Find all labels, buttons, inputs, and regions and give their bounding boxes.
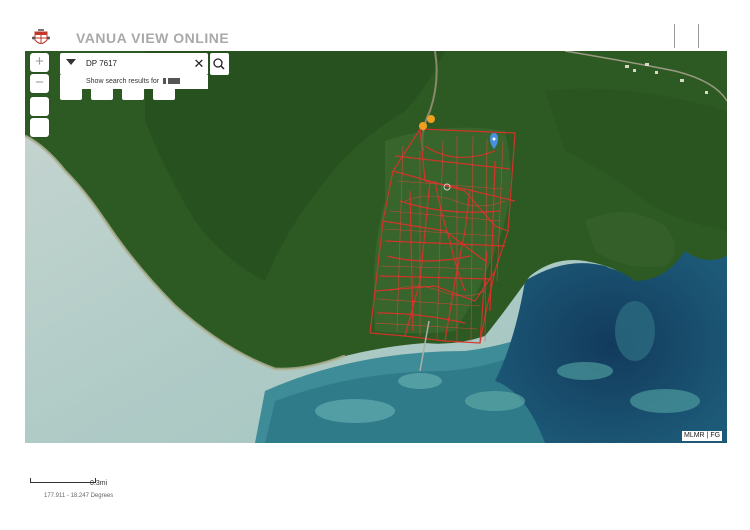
search-tab-1[interactable] — [60, 89, 82, 100]
header-bar: VANUA VIEW ONLINE — [0, 0, 750, 50]
scale-bar — [30, 478, 96, 483]
close-icon[interactable]: ✕ — [193, 55, 205, 73]
fiji-coat-of-arms-icon — [32, 29, 50, 44]
header-button-2[interactable] — [698, 24, 723, 48]
coordinates-readout: 177.911 - 18.247 Degrees — [44, 493, 114, 499]
search-suggestion[interactable]: Show search results for — [60, 75, 208, 89]
app-title: VANUA VIEW ONLINE — [76, 30, 230, 46]
map-attribution: MLMR | FG — [682, 431, 723, 441]
satellite-map[interactable] — [25, 51, 727, 443]
scale-label: 0.3mi — [90, 480, 108, 487]
search-button[interactable] — [210, 53, 229, 75]
suggestion-text: Show search results for — [86, 78, 160, 85]
search-icon — [213, 58, 225, 70]
search-input[interactable] — [86, 55, 186, 72]
masked-text — [163, 78, 167, 85]
search-tab-2[interactable] — [91, 89, 113, 100]
search-bar[interactable] — [60, 53, 208, 75]
search-tab-3[interactable] — [122, 89, 144, 100]
zoom-out-button[interactable]: − — [30, 74, 49, 93]
map-tool-button-2[interactable] — [30, 118, 49, 137]
search-tab-4[interactable] — [153, 89, 175, 100]
header-button-1[interactable] — [674, 24, 699, 48]
chevron-down-icon[interactable] — [66, 59, 76, 65]
masked-text — [168, 78, 181, 85]
map-tool-button-1[interactable] — [30, 97, 49, 116]
zoom-in-button[interactable]: + — [30, 53, 49, 72]
